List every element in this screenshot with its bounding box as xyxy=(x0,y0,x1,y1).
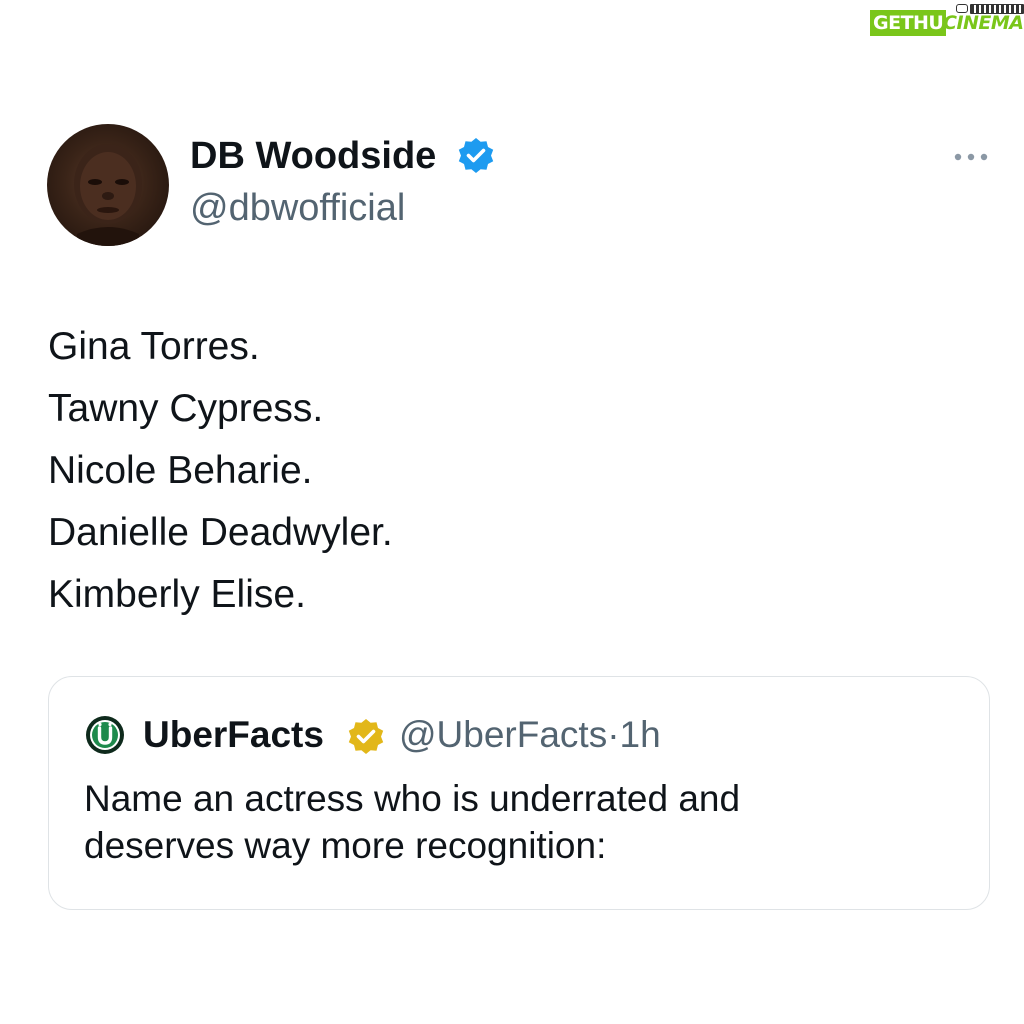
author-display-name[interactable]: DB Woodside xyxy=(190,132,436,180)
tweet-line: Tawny Cypress. xyxy=(48,387,324,430)
verified-badge-icon xyxy=(458,138,494,173)
quoted-text-line: deserves way more recognition: xyxy=(84,825,607,866)
tweet-line: Kimberly Elise. xyxy=(48,573,306,616)
watermark-logo: GETHU CINEMA xyxy=(870,4,1024,38)
author-handle[interactable]: @dbwofficial xyxy=(190,184,405,232)
camera-icon xyxy=(956,4,968,13)
tweet-line: Danielle Deadwyler. xyxy=(48,511,393,554)
tweet-line: Gina Torres. xyxy=(48,325,260,368)
avatar-portrait-icon xyxy=(74,144,142,246)
quoted-tweet-card[interactable]: UberFacts @UberFacts·1h Name an actress … xyxy=(48,676,990,910)
gold-verified-badge-icon xyxy=(348,719,384,754)
quoted-timestamp[interactable]: 1h xyxy=(620,714,661,755)
meta-separator: · xyxy=(607,714,620,755)
more-options-icon[interactable] xyxy=(950,148,992,166)
film-strip-icon xyxy=(970,4,1024,14)
author-avatar[interactable] xyxy=(47,124,169,246)
quoted-display-name[interactable]: UberFacts xyxy=(143,712,324,758)
tweet-text: Gina Torres. Tawny Cypress. Nicole Behar… xyxy=(48,316,393,626)
watermark-text-gethu: GETHU xyxy=(870,10,947,36)
quoted-meta: @UberFacts·1h xyxy=(399,712,661,758)
quoted-tweet-text: Name an actress who is underrated and de… xyxy=(84,775,964,869)
quoted-text-line: Name an actress who is underrated and xyxy=(84,778,741,819)
uberfacts-logo-icon xyxy=(86,716,124,754)
quoted-handle[interactable]: @UberFacts xyxy=(399,714,607,755)
tweet-line: Nicole Beharie. xyxy=(48,449,313,492)
